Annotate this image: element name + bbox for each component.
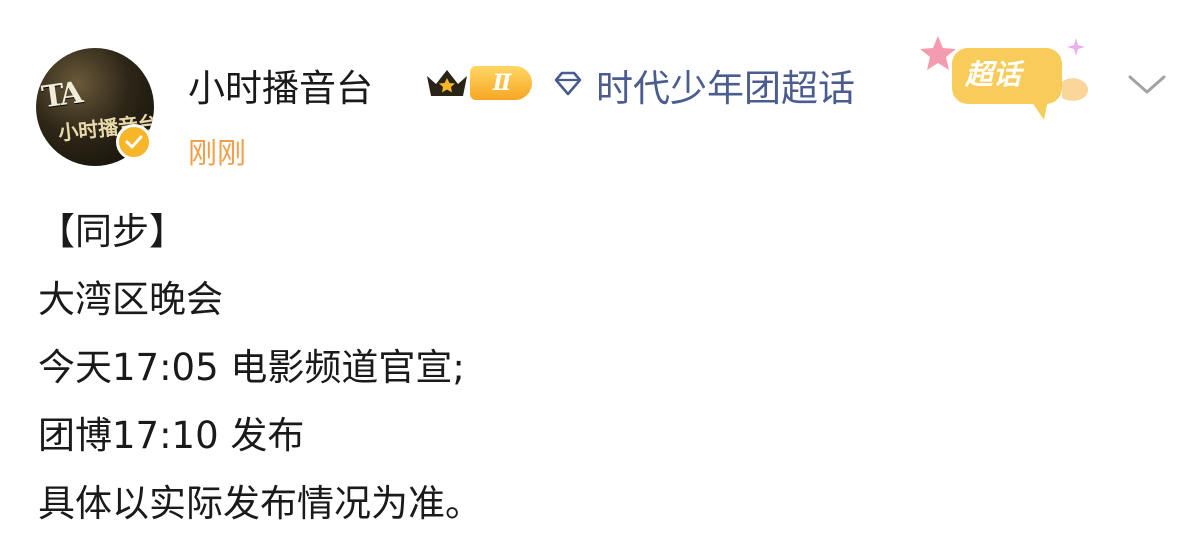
supertopic-sticker[interactable]: 超话 (912, 30, 1102, 130)
post-line: 今天17:05 电影频道官宣; (38, 346, 465, 389)
verified-badge-icon (116, 124, 152, 160)
supertopic-label: 超话 (965, 58, 1022, 91)
post-line: 大湾区晚会 (38, 278, 223, 321)
crown-icon (427, 70, 467, 96)
post-line: 【同步】 (38, 210, 186, 253)
post-line: 具体以实际发布情况为准。 (38, 482, 482, 525)
avatar-logo-text: TA (39, 75, 83, 116)
chevron-down-icon[interactable] (1126, 72, 1168, 98)
level-badge[interactable]: II (470, 66, 532, 100)
post-line: 团博17:10 发布 (38, 414, 305, 457)
diamond-icon (554, 71, 582, 96)
username-link[interactable]: 小时播音台 (188, 58, 373, 112)
post-timestamp: 刚刚 (188, 136, 247, 170)
topic-link[interactable]: 时代少年团超话 (596, 58, 855, 112)
post-body: 【同步】 大湾区晚会 今天17:05 电影频道官宣; 团博17:10 发布 具体… (38, 198, 482, 538)
